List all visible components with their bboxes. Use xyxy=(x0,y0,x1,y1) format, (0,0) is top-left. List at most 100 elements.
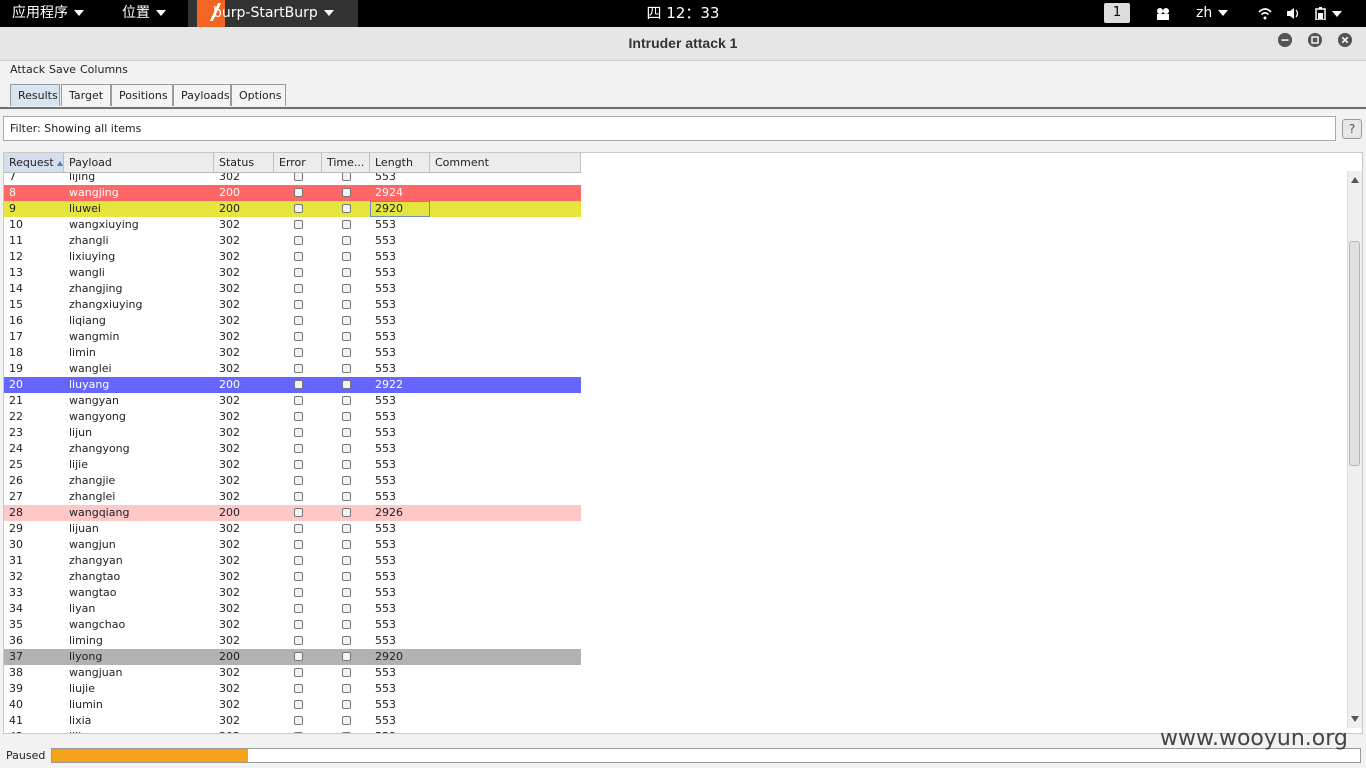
tab-options[interactable]: Options xyxy=(231,84,286,106)
table-row[interactable]: 28 wangqiang 200 2926 xyxy=(4,505,581,521)
col-header-comment[interactable]: Comment xyxy=(430,153,581,172)
camera-icon[interactable] xyxy=(1156,7,1170,20)
error-checkbox xyxy=(294,732,303,733)
cell-payload: wangchao xyxy=(69,618,126,631)
col-header-error[interactable]: Error xyxy=(274,153,322,172)
table-row[interactable]: 32 zhangtao 302 553 xyxy=(4,569,581,585)
table-row[interactable]: 13 wangli 302 553 xyxy=(4,265,581,281)
wifi-icon[interactable] xyxy=(1258,7,1272,20)
cell-status: 302 xyxy=(219,394,240,407)
timeout-checkbox xyxy=(342,476,351,485)
cell-payload: lijun xyxy=(69,426,93,439)
table-row[interactable]: 9 liuwei 200 2920 xyxy=(4,201,581,217)
table-row[interactable]: 31 zhangyan 302 553 xyxy=(4,553,581,569)
menu-save[interactable]: Save xyxy=(49,63,76,76)
error-checkbox xyxy=(294,620,303,629)
table-row[interactable]: 11 zhangli 302 553 xyxy=(4,233,581,249)
vertical-scrollbar[interactable] xyxy=(1347,171,1362,728)
menu-attack[interactable]: Attack xyxy=(10,63,45,76)
cell-status: 302 xyxy=(219,698,240,711)
col-header-payload[interactable]: Payload xyxy=(64,153,214,172)
window-title-bar: Intruder attack 1 xyxy=(0,27,1366,61)
close-icon[interactable] xyxy=(1338,33,1352,47)
table-row[interactable]: 14 zhangjing 302 553 xyxy=(4,281,581,297)
table-row[interactable]: 23 lijun 302 553 xyxy=(4,425,581,441)
table-row[interactable]: 8 wangjing 200 2924 xyxy=(4,185,581,201)
tab-payloads[interactable]: Payloads xyxy=(173,84,231,106)
cell-length: 553 xyxy=(375,586,396,599)
chevron-down-icon[interactable] xyxy=(1332,11,1342,17)
workspace-indicator[interactable]: 1 xyxy=(1104,3,1130,23)
cell-length: 553 xyxy=(375,682,396,695)
table-row[interactable]: 24 zhangyong 302 553 xyxy=(4,441,581,457)
cell-length: 553 xyxy=(375,346,396,359)
table-row[interactable]: 19 wanglei 302 553 xyxy=(4,361,581,377)
table-row[interactable]: 10 wangxiuying 302 553 xyxy=(4,217,581,233)
table-row[interactable]: 12 lixiuying 302 553 xyxy=(4,249,581,265)
error-checkbox xyxy=(294,508,303,517)
cell-payload: wanglei xyxy=(69,362,112,375)
scrollbar-thumb[interactable] xyxy=(1349,241,1360,466)
error-checkbox xyxy=(294,220,303,229)
col-header-timeout[interactable]: Time... xyxy=(322,153,370,172)
col-header-length[interactable]: Length xyxy=(370,153,430,172)
error-checkbox xyxy=(294,588,303,597)
timeout-checkbox xyxy=(342,268,351,277)
table-row[interactable]: 27 zhanglei 302 553 xyxy=(4,489,581,505)
table-row[interactable]: 25 lijie 302 553 xyxy=(4,457,581,473)
cell-length: 553 xyxy=(375,554,396,567)
tab-positions[interactable]: Positions xyxy=(111,84,173,106)
table-row[interactable]: 16 liqiang 302 553 xyxy=(4,313,581,329)
table-row[interactable]: 39 liujie 302 553 xyxy=(4,681,581,697)
cell-payload: lijie xyxy=(69,458,88,471)
minimize-icon[interactable] xyxy=(1278,33,1292,47)
tab-target[interactable]: Target xyxy=(61,84,111,106)
table-row[interactable]: 33 wangtao 302 553 xyxy=(4,585,581,601)
table-row[interactable]: 34 liyan 302 553 xyxy=(4,601,581,617)
table-row[interactable]: 37 liyong 200 2920 xyxy=(4,649,581,665)
table-row[interactable]: 21 wangyan 302 553 xyxy=(4,393,581,409)
menu-columns[interactable]: Columns xyxy=(80,63,128,76)
scroll-up-icon[interactable] xyxy=(1351,177,1359,183)
table-row[interactable]: 41 lixia 302 553 xyxy=(4,713,581,729)
help-button[interactable]: ? xyxy=(1342,119,1362,139)
col-header-status[interactable]: Status xyxy=(214,153,274,172)
cell-request: 27 xyxy=(9,490,23,503)
cell-status: 302 xyxy=(219,173,240,183)
cell-status: 302 xyxy=(219,442,240,455)
cell-request: 11 xyxy=(9,234,23,247)
table-row[interactable]: 22 wangyong 302 553 xyxy=(4,409,581,425)
table-row[interactable]: 17 wangmin 302 553 xyxy=(4,329,581,345)
cell-length: 2920 xyxy=(370,201,430,217)
cell-payload: lixia xyxy=(69,714,92,727)
col-header-request[interactable]: Request xyxy=(4,153,64,172)
table-row[interactable]: 20 liuyang 200 2922 xyxy=(4,377,581,393)
volume-icon[interactable] xyxy=(1286,7,1300,20)
table-row[interactable]: 35 wangchao 302 553 xyxy=(4,617,581,633)
table-row[interactable]: 18 limin 302 553 xyxy=(4,345,581,361)
timeout-checkbox xyxy=(342,620,351,629)
maximize-icon[interactable] xyxy=(1308,33,1322,47)
table-row[interactable]: 38 wangjuan 302 553 xyxy=(4,665,581,681)
scroll-down-icon[interactable] xyxy=(1351,716,1359,722)
timeout-checkbox xyxy=(342,524,351,533)
tab-results[interactable]: Results xyxy=(10,84,60,106)
timeout-checkbox xyxy=(342,412,351,421)
table-row[interactable]: 26 zhangjie 302 553 xyxy=(4,473,581,489)
table-row[interactable]: 36 liming 302 553 xyxy=(4,633,581,649)
battery-icon[interactable] xyxy=(1314,7,1328,20)
table-row[interactable]: 40 liumin 302 553 xyxy=(4,697,581,713)
cell-length: 553 xyxy=(375,266,396,279)
cell-status: 302 xyxy=(219,426,240,439)
filter-bar[interactable]: Filter: Showing all items xyxy=(3,116,1336,141)
language-menu[interactable]: zh xyxy=(1196,0,1229,27)
cell-status: 302 xyxy=(219,602,240,615)
table-row[interactable]: 30 wangjun 302 553 xyxy=(4,537,581,553)
table-header: Request Payload Status Error Time... Len… xyxy=(4,153,581,173)
table-row[interactable]: 42lili302 553 xyxy=(4,729,581,733)
table-row[interactable]: 7 lijing 302 553 xyxy=(4,173,581,185)
table-row[interactable]: 15 zhangxiuying 302 553 xyxy=(4,297,581,313)
table-row[interactable]: 29 lijuan 302 553 xyxy=(4,521,581,537)
cell-request: 29 xyxy=(9,522,23,535)
cell-request: 16 xyxy=(9,314,23,327)
